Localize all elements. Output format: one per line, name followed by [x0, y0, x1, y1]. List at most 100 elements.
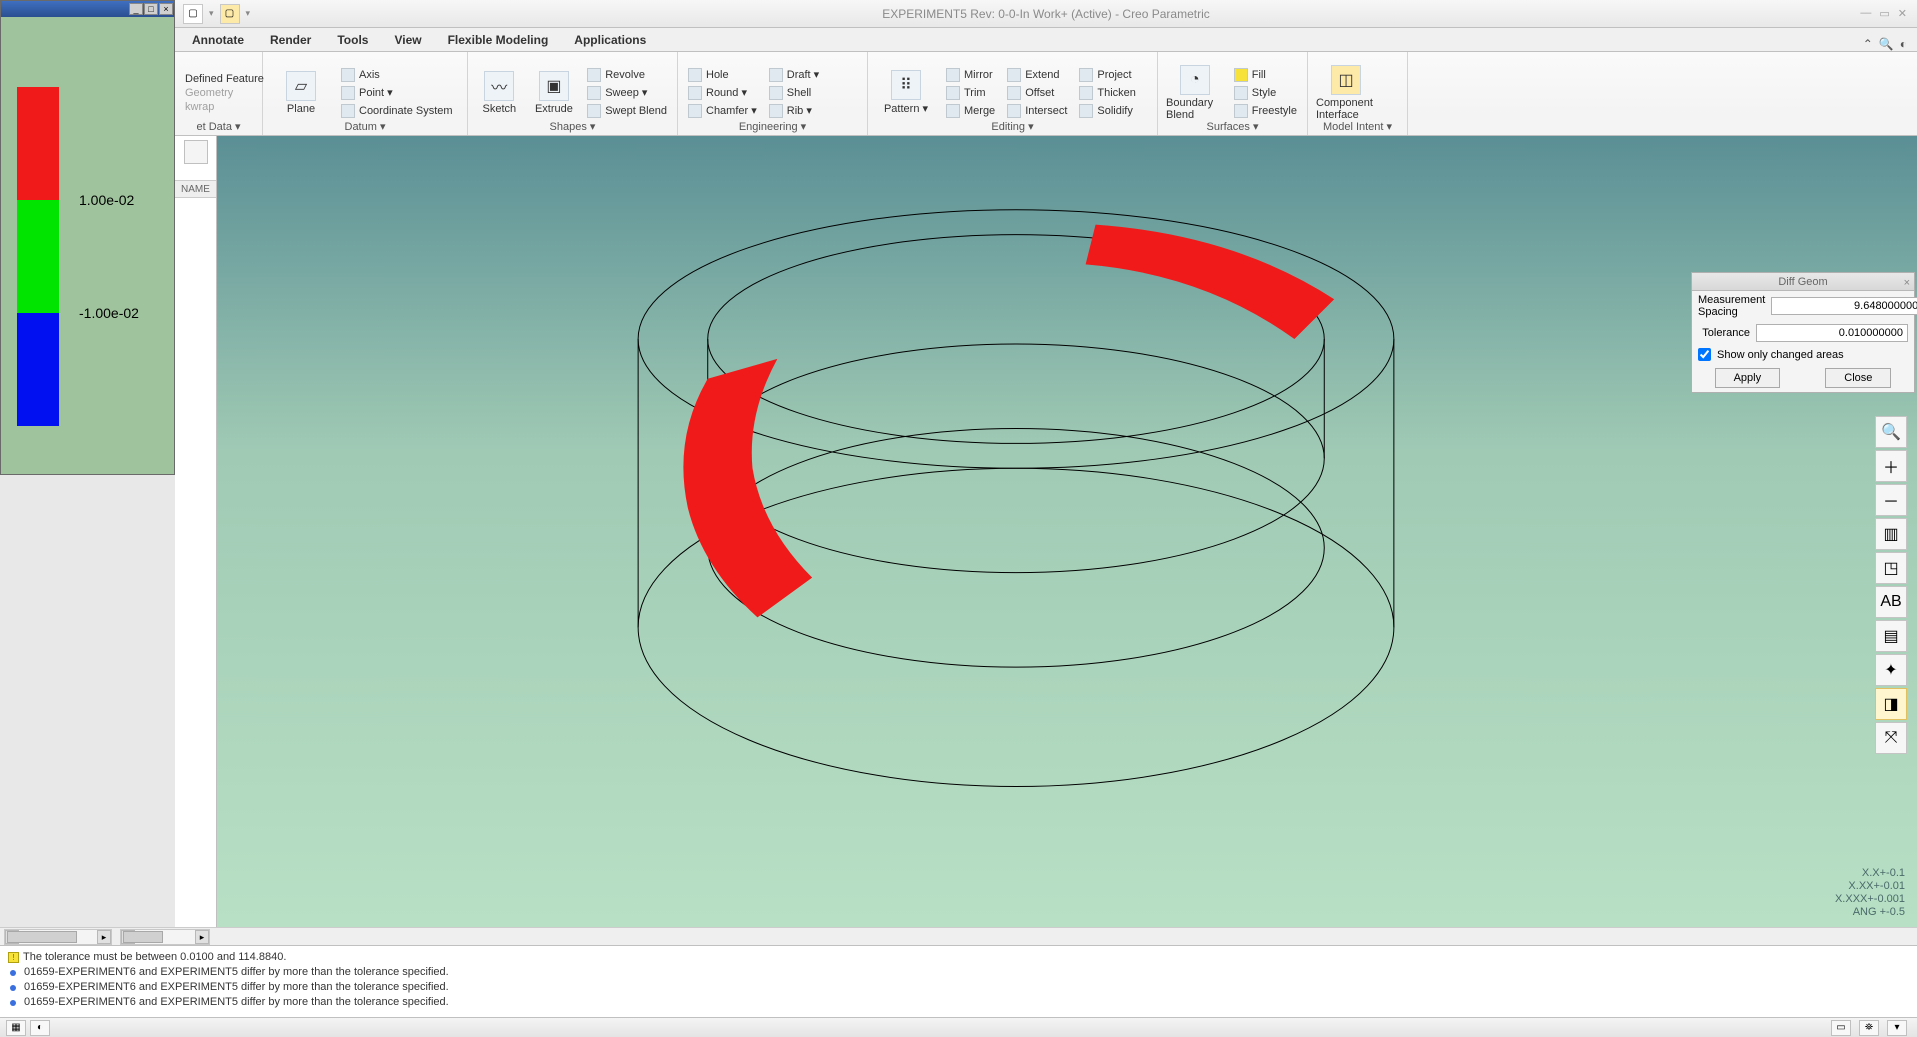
- swept-blend-button[interactable]: Swept Blend: [583, 103, 671, 119]
- zoom-out-icon[interactable]: －: [1875, 484, 1907, 516]
- group-get-data[interactable]: et Data ▾: [175, 118, 263, 135]
- merge-button[interactable]: Merge: [942, 103, 999, 119]
- graphics-viewport[interactable]: X.X+-0.1X.XX+-0.01X.XXX+-0.001ANG +-0.5 …: [217, 136, 1917, 927]
- group-datum[interactable]: Datum ▾: [263, 118, 468, 135]
- component-interface-button[interactable]: ◫Component Interface: [1314, 63, 1378, 123]
- legend-close-icon[interactable]: ×: [159, 3, 173, 15]
- point-display-icon[interactable]: ◨: [1875, 688, 1907, 720]
- freestyle-button[interactable]: Freestyle: [1230, 103, 1301, 119]
- show-changed-checkbox[interactable]: [1698, 348, 1711, 361]
- datum-display-icon[interactable]: ▤: [1875, 620, 1907, 652]
- window-title: EXPERIMENT5 Rev: 0-0-In Work+ (Active) -…: [882, 7, 1210, 21]
- csys-display-icon[interactable]: ⤧: [1875, 722, 1907, 754]
- group-model-intent[interactable]: Model Intent ▾: [1308, 118, 1408, 135]
- status-btn-1[interactable]: ▦: [6, 1020, 26, 1036]
- search-icon[interactable]: 🔍: [1879, 37, 1894, 51]
- status-btn-2[interactable]: ◐: [30, 1020, 50, 1036]
- intersect-button[interactable]: Intersect: [1003, 103, 1071, 119]
- user-defined-feature-button[interactable]: Defined Feature: [181, 72, 256, 86]
- legend-maximize-icon[interactable]: □: [144, 3, 158, 15]
- pattern-button[interactable]: ⠿Pattern ▾: [874, 68, 938, 117]
- tab-annotate[interactable]: Annotate: [179, 28, 257, 51]
- tree-scrollbar-2[interactable]: ◂▸: [120, 929, 210, 945]
- dimension-tolerances: X.X+-0.1X.XX+-0.01X.XXX+-0.001ANG +-0.5: [1835, 867, 1905, 919]
- tab-view[interactable]: View: [381, 28, 434, 51]
- annotation-display-icon[interactable]: AB: [1875, 586, 1907, 618]
- draft-button[interactable]: Draft ▾: [765, 67, 823, 83]
- group-shapes[interactable]: Shapes ▾: [468, 118, 678, 135]
- solidify-button[interactable]: Solidify: [1075, 103, 1140, 119]
- diff-geom-panel: Diff Geom× Measurement Spacing Tolerance…: [1691, 272, 1915, 393]
- style-button[interactable]: Style: [1230, 85, 1301, 101]
- ribbon-min-icon[interactable]: ⌃: [1863, 37, 1873, 51]
- group-editing[interactable]: Editing ▾: [868, 118, 1158, 135]
- copy-geometry-button[interactable]: Geometry: [181, 86, 256, 100]
- color-legend-window: _ □ × 1.00e-02 -1.00e-02: [0, 0, 175, 475]
- info-icon: [10, 1000, 16, 1006]
- trim-button[interactable]: Trim: [942, 85, 999, 101]
- legend-green-block: [17, 200, 59, 313]
- message-line: 01659-EXPERIMENT6 and EXPERIMENT5 differ…: [24, 980, 449, 995]
- project-button[interactable]: Project: [1075, 67, 1140, 83]
- tab-flexible-modeling[interactable]: Flexible Modeling: [435, 28, 562, 51]
- legend-minimize-icon[interactable]: _: [129, 3, 143, 15]
- apply-button[interactable]: Apply: [1715, 368, 1781, 388]
- panel-close-icon[interactable]: ×: [1904, 274, 1910, 292]
- revolve-button[interactable]: Revolve: [583, 67, 671, 83]
- help-icon[interactable]: ◐: [1900, 37, 1907, 51]
- qat-drop-1[interactable]: ▾: [209, 8, 214, 19]
- tab-render[interactable]: Render: [257, 28, 324, 51]
- extend-button[interactable]: Extend: [1003, 67, 1071, 83]
- legend-lower-value: -1.00e-02: [79, 305, 139, 321]
- extrude-button[interactable]: ▣Extrude: [529, 69, 580, 117]
- axis-display-icon[interactable]: ✦: [1875, 654, 1907, 686]
- model-tree-panel: NAME: [175, 136, 217, 927]
- close-icon[interactable]: ✕: [1898, 7, 1907, 20]
- fill-button[interactable]: Fill: [1230, 67, 1301, 83]
- geometry-filter-icon[interactable]: ⛯: [1859, 1020, 1879, 1036]
- qat-button-2[interactable]: ▢: [220, 4, 240, 24]
- zoom-in-icon[interactable]: ＋: [1875, 450, 1907, 482]
- close-button[interactable]: Close: [1825, 368, 1891, 388]
- plane-button[interactable]: ▱Plane: [269, 69, 333, 117]
- boundary-blend-button[interactable]: ◔Boundary Blend: [1164, 63, 1226, 123]
- tree-options-icon[interactable]: [184, 140, 208, 164]
- round-button[interactable]: Round ▾: [684, 85, 761, 101]
- minimize-icon[interactable]: —: [1860, 7, 1871, 20]
- chamfer-button[interactable]: Chamfer ▾: [684, 103, 761, 119]
- legend-titlebar[interactable]: _ □ ×: [1, 1, 174, 17]
- point-button[interactable]: Point ▾: [337, 85, 457, 101]
- rib-button[interactable]: Rib ▾: [765, 103, 823, 119]
- qat-button-1[interactable]: ▢: [183, 4, 203, 24]
- quick-access-toolbar: ▢ ▾ ▢ ▾: [175, 4, 250, 24]
- ribbon-group-labels: et Data ▾ Datum ▾ Shapes ▾ Engineering ▾…: [175, 118, 1917, 136]
- axis-button[interactable]: Axis: [337, 67, 457, 83]
- message-line: 01659-EXPERIMENT6 and EXPERIMENT5 differ…: [24, 995, 449, 1010]
- mirror-button[interactable]: Mirror: [942, 67, 999, 83]
- spacing-label: Measurement Spacing: [1698, 294, 1765, 318]
- thicken-button[interactable]: Thicken: [1075, 85, 1140, 101]
- group-engineering[interactable]: Engineering ▾: [678, 118, 868, 135]
- tree-scrollbar[interactable]: ◂▸: [4, 929, 112, 945]
- selection-filter-icon[interactable]: ▭: [1831, 1020, 1851, 1036]
- coordinate-system-button[interactable]: Coordinate System: [337, 103, 457, 119]
- sketch-button[interactable]: 〰Sketch: [474, 69, 525, 117]
- group-surfaces[interactable]: Surfaces ▾: [1158, 118, 1308, 135]
- shrinkwrap-button[interactable]: kwrap: [181, 100, 256, 114]
- sweep-button[interactable]: Sweep ▾: [583, 85, 671, 101]
- hole-button[interactable]: Hole: [684, 67, 761, 83]
- display-style-icon[interactable]: ◳: [1875, 552, 1907, 584]
- tab-tools[interactable]: Tools: [324, 28, 381, 51]
- qat-drop-2[interactable]: ▾: [246, 8, 251, 19]
- offset-button[interactable]: Offset: [1003, 85, 1071, 101]
- tab-applications[interactable]: Applications: [561, 28, 659, 51]
- maximize-icon[interactable]: ▭: [1879, 7, 1889, 20]
- shell-button[interactable]: Shell: [765, 85, 823, 101]
- filter-menu-icon[interactable]: ▾: [1887, 1020, 1907, 1036]
- spacing-input[interactable]: [1771, 297, 1917, 315]
- zoom-fit-icon[interactable]: 🔍: [1875, 416, 1907, 448]
- diff-geom-title: Diff Geom×: [1692, 273, 1914, 291]
- legend-upper-value: 1.00e-02: [79, 192, 134, 208]
- repaint-icon[interactable]: ▥: [1875, 518, 1907, 550]
- tolerance-input[interactable]: [1756, 324, 1908, 342]
